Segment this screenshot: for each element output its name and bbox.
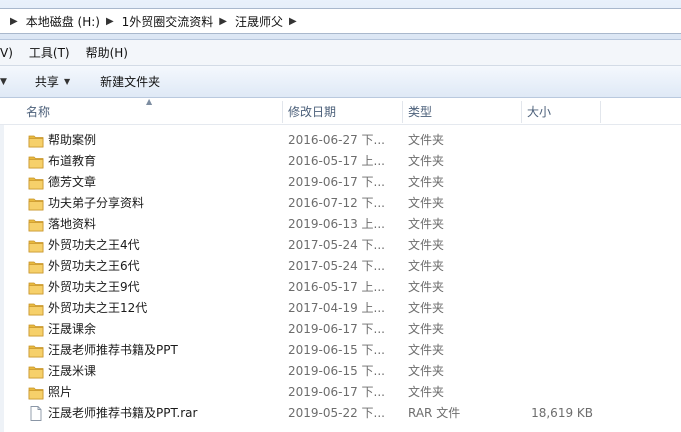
file-date: 2019-06-15 下... [288,343,385,357]
file-date: 2019-05-22 下... [288,406,385,420]
file-date: 2019-06-17 下... [288,322,385,336]
breadcrumb-current[interactable]: 汪晟师父 [233,13,285,30]
column-date[interactable]: 修改日期 [282,99,336,125]
file-type: 文件夹 [408,301,445,315]
file-type: 文件夹 [408,322,445,336]
folder-icon [28,175,44,190]
file-name[interactable]: 落地资料 [48,214,96,235]
file-name[interactable]: 德芳文章 [48,172,96,193]
share-label: 共享 [34,75,59,89]
file-name[interactable]: 布道教育 [48,151,96,172]
file-type: 文件夹 [408,154,445,168]
folder-icon [28,196,44,211]
file-type: 文件夹 [408,196,445,210]
list-item[interactable]: 帮助案例 2016-06-27 下... 文件夹 [0,130,681,151]
file-date: 2019-06-17 下... [288,175,385,189]
command-toolbar: ▼ 共享 ▼ 新建文件夹 [0,66,681,98]
chevron-right-icon[interactable]: ▶ [219,16,227,27]
file-name[interactable]: 照片 [48,382,72,403]
folder-icon [28,301,44,316]
sort-up-icon: ▲ [146,97,153,106]
breadcrumb-folder[interactable]: 1外贸圈交流资料 [120,13,216,30]
menu-tools[interactable]: 工具(T) [29,44,70,61]
file-name[interactable]: 外贸功夫之王12代 [48,298,147,319]
file-type: 文件夹 [408,133,445,147]
list-item[interactable]: 外贸功夫之王12代 2017-04-19 上... 文件夹 [0,298,681,319]
file-name[interactable]: 外贸功夫之王6代 [48,256,140,277]
list-item[interactable]: 外贸功夫之王9代 2016-05-17 上... 文件夹 [0,277,681,298]
list-item[interactable]: 德芳文章 2019-06-17 下... 文件夹 [0,172,681,193]
list-item[interactable]: 汪晟老师推荐书籍及PPT.rar 2019-05-22 下... RAR 文件 18,… [0,403,681,424]
file-name[interactable]: 功夫弟子分享资料 [48,193,144,214]
list-item[interactable]: 照片 2019-06-17 下... 文件夹 [0,382,681,403]
file-date: 2016-07-12 下... [288,196,385,210]
folder-icon [28,385,44,400]
column-divider[interactable] [600,101,601,123]
file-date: 2017-05-24 下... [288,238,385,252]
breadcrumb[interactable]: ▶ 本地磁盘 (H:) ▶ 1外贸圈交流资料 ▶ 汪晟师父 ▶ [0,8,681,34]
folder-icon [28,259,44,274]
folder-icon [28,133,44,148]
file-icon [28,406,44,421]
folder-icon [28,280,44,295]
file-type: 文件夹 [408,385,445,399]
address-bar: ▶ 本地磁盘 (H:) ▶ 1外贸圈交流资料 ▶ 汪晟师父 ▶ [0,0,681,40]
file-name[interactable]: 外贸功夫之王4代 [48,235,140,256]
chevron-right-icon[interactable]: ▶ [10,16,18,27]
list-item[interactable]: 功夫弟子分享资料 2016-07-12 下... 文件夹 [0,193,681,214]
list-item[interactable]: 汪晟老师推荐书籍及PPT 2019-06-15 下... 文件夹 [0,340,681,361]
folder-icon [28,238,44,253]
new-folder-label: 新建文件夹 [100,75,161,89]
file-date: 2019-06-15 下... [288,364,385,378]
menu-view[interactable]: V) [0,46,13,60]
list-item[interactable]: 汪晟米课 2019-06-15 下... 文件夹 [0,361,681,382]
column-type[interactable]: 类型 [402,99,432,125]
file-type: 文件夹 [408,217,445,231]
file-date: 2019-06-17 下... [288,385,385,399]
list-item[interactable]: 外贸功夫之王6代 2017-05-24 下... 文件夹 [0,256,681,277]
menu-help[interactable]: 帮助(H) [86,44,128,61]
column-name[interactable]: 名称 [20,99,50,125]
chevron-right-icon[interactable]: ▶ [289,16,297,27]
file-size: 18,619 KB [531,406,593,420]
folder-icon [28,364,44,379]
list-item[interactable]: 汪晟课余 2019-06-17 下... 文件夹 [0,319,681,340]
folder-icon [28,343,44,358]
folder-icon [28,154,44,169]
file-name[interactable]: 汪晟老师推荐书籍及PPT [48,340,178,361]
file-date: 2016-06-27 下... [288,133,385,147]
file-type: 文件夹 [408,343,445,357]
new-folder-button[interactable]: 新建文件夹 [100,73,160,90]
file-name[interactable]: 汪晟米课 [48,361,96,382]
caret-down-icon[interactable]: ▼ [0,77,7,87]
breadcrumb-drive[interactable]: 本地磁盘 (H:) [24,13,102,30]
share-button[interactable]: 共享 ▼ [35,73,70,90]
chevron-right-icon[interactable]: ▶ [106,16,114,27]
file-name[interactable]: 帮助案例 [48,130,96,151]
file-date: 2017-04-19 上... [288,301,385,315]
file-date: 2016-05-17 上... [288,154,385,168]
menu-bar: V) 工具(T) 帮助(H) [0,40,681,66]
file-date: 2019-06-13 上... [288,217,385,231]
file-date: 2017-05-24 下... [288,259,385,273]
list-item[interactable]: 布道教育 2016-05-17 上... 文件夹 [0,151,681,172]
file-list: 帮助案例 2016-06-27 下... 文件夹 布道教育 2016-05-17 上..… [0,130,681,424]
file-type: 文件夹 [408,175,445,189]
column-size[interactable]: 大小 [521,99,551,125]
file-type: 文件夹 [408,259,445,273]
caret-down-icon: ▼ [63,77,71,86]
file-type: 文件夹 [408,238,445,252]
list-item[interactable]: 外贸功夫之王4代 2017-05-24 下... 文件夹 [0,235,681,256]
file-date: 2016-05-17 上... [288,280,385,294]
folder-icon [28,322,44,337]
file-name[interactable]: 汪晟老师推荐书籍及PPT.rar [48,403,197,424]
file-type: 文件夹 [408,364,445,378]
list-item[interactable]: 落地资料 2019-06-13 上... 文件夹 [0,214,681,235]
file-name[interactable]: 外贸功夫之王9代 [48,277,140,298]
column-header: ▲ 名称 修改日期 类型 大小 [0,97,681,125]
file-type: 文件夹 [408,280,445,294]
folder-icon [28,217,44,232]
file-type: RAR 文件 [408,406,461,420]
file-name[interactable]: 汪晟课余 [48,319,96,340]
